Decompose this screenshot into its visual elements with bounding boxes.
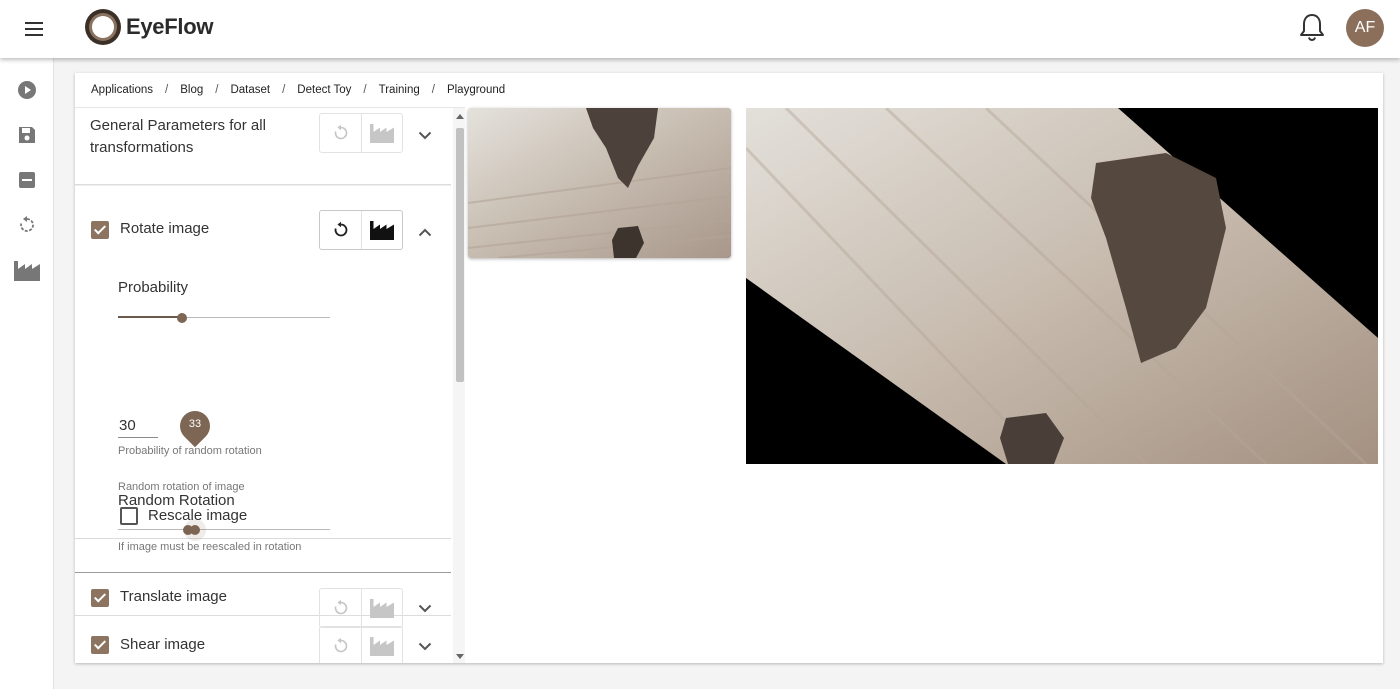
reset-icon[interactable] <box>320 627 361 663</box>
breadcrumb-detect-toy[interactable]: Detect Toy <box>297 84 351 96</box>
shear-image-label: Shear image <box>120 636 206 653</box>
side-rail <box>0 58 54 689</box>
scroll-down-arrow[interactable] <box>456 654 464 659</box>
breadcrumb-playground[interactable]: Playground <box>447 84 505 96</box>
original-image-thumbnail[interactable] <box>468 108 731 258</box>
translate-image-checkbox[interactable] <box>91 589 109 607</box>
probability-slider-thumb[interactable] <box>177 313 187 323</box>
scrollbar-thumb[interactable] <box>456 128 464 382</box>
playground-card: Applications / Blog / Dataset / Detect Toy / Tra… <box>75 73 1383 663</box>
reset-icon[interactable] <box>320 211 361 249</box>
general-title-line1: General Parameters for all <box>90 117 266 134</box>
breadcrumb: Applications / Blog / Dataset / Detect Toy / Tra… <box>91 84 505 96</box>
random-rotation-hint: Random rotation of image <box>118 481 245 493</box>
breadcrumb-separator: / <box>431 84 435 96</box>
rotate-image-checkbox[interactable] <box>91 221 109 239</box>
rescale-image-hint: If image must be reescaled in rotation <box>118 541 302 553</box>
probability-slider[interactable] <box>118 310 330 326</box>
breadcrumb-training[interactable]: Training <box>379 84 420 96</box>
reset-icon[interactable] <box>320 114 361 152</box>
bell-icon[interactable] <box>1298 12 1326 42</box>
menu-icon[interactable] <box>20 18 48 40</box>
transformations-panel: General Parameters for all transformatio… <box>75 107 465 663</box>
chevron-down-icon[interactable] <box>415 598 435 618</box>
factory-icon[interactable] <box>361 627 402 663</box>
chevron-down-icon[interactable] <box>415 636 435 656</box>
general-actions <box>319 113 403 153</box>
breadcrumb-separator: / <box>165 84 169 96</box>
rotate-actions <box>319 210 403 250</box>
preview-area <box>468 107 1383 663</box>
breadcrumb-separator: / <box>363 84 367 96</box>
app-name: EyeFlow <box>126 14 214 39</box>
transformations-list: General Parameters for all transformatio… <box>75 108 451 663</box>
rescale-image-label: Rescale image <box>148 507 248 524</box>
general-parameters-title: General Parameters for all transformatio… <box>90 115 266 159</box>
random-rotation-high-thumb[interactable] <box>190 525 200 535</box>
top-app-bar: EyeFlow AF <box>0 0 1400 58</box>
translate-image-label: Translate image <box>120 588 227 605</box>
shear-image-section[interactable]: Shear image <box>75 616 451 663</box>
panel-scrollbar[interactable] <box>453 108 465 663</box>
avatar[interactable]: AF <box>1346 9 1384 47</box>
translate-image-section[interactable]: Translate image <box>75 574 451 628</box>
general-parameters-section[interactable]: General Parameters for all transformatio… <box>75 108 451 185</box>
chevron-down-icon[interactable] <box>415 125 435 145</box>
shear-image-checkbox[interactable] <box>91 636 109 654</box>
breadcrumb-separator: / <box>282 84 286 96</box>
save-icon[interactable] <box>13 121 41 149</box>
transformed-image-preview <box>746 108 1378 464</box>
breadcrumb-separator: / <box>215 84 219 96</box>
factory-icon[interactable] <box>361 211 402 249</box>
play-circle-icon[interactable] <box>13 76 41 104</box>
scroll-up-arrow[interactable] <box>456 114 464 119</box>
factory-icon[interactable] <box>12 256 42 284</box>
probability-hint: Probability of random rotation <box>118 445 262 457</box>
eyeflow-logo-icon <box>82 6 124 48</box>
general-title-line2: transformations <box>90 139 194 156</box>
section-divider <box>75 572 451 573</box>
factory-icon[interactable] <box>361 114 402 152</box>
minus-box-icon[interactable] <box>13 166 41 194</box>
breadcrumb-blog[interactable]: Blog <box>180 84 203 96</box>
breadcrumb-applications[interactable]: Applications <box>91 84 153 96</box>
random-rotation-range-slider[interactable] <box>118 519 330 541</box>
reset-icon[interactable] <box>13 211 41 239</box>
probability-label: Probability <box>118 279 189 296</box>
rescale-image-checkbox[interactable] <box>120 507 138 525</box>
random-rotation-value-label: 33 <box>188 418 202 430</box>
probability-value-input[interactable] <box>118 414 158 438</box>
rotate-image-label: Rotate image <box>120 220 210 237</box>
shear-actions <box>319 626 403 663</box>
chevron-up-icon[interactable] <box>415 222 435 242</box>
breadcrumb-dataset[interactable]: Dataset <box>230 84 270 96</box>
